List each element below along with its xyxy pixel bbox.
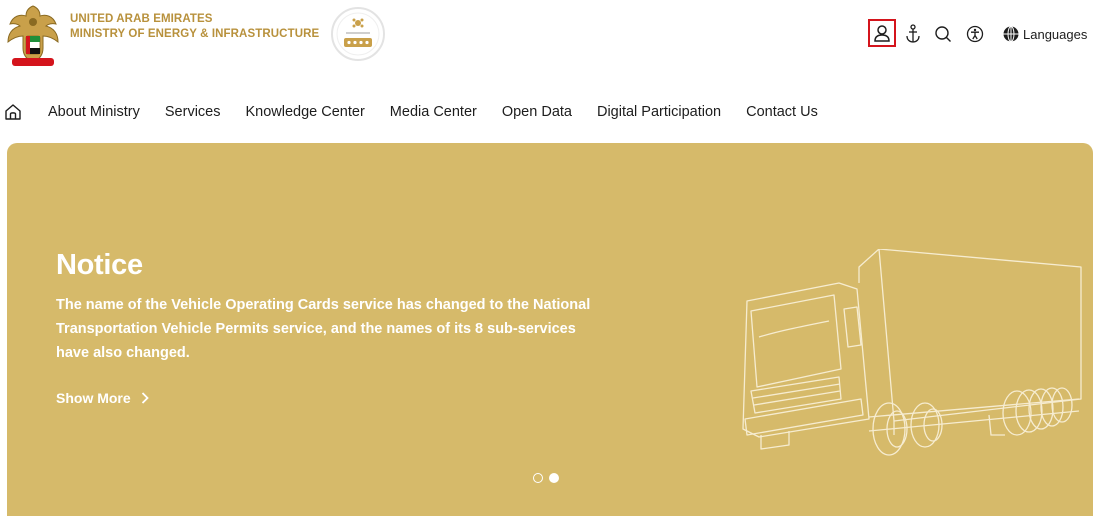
languages-label: Languages xyxy=(1023,26,1088,42)
nav-item-open-data[interactable]: Open Data xyxy=(502,96,572,128)
hero-title: Notice xyxy=(56,249,143,281)
carousel-dot-1[interactable] xyxy=(533,473,543,483)
nav-menu: About Ministry Services Knowledge Center… xyxy=(48,96,843,128)
show-more-label: Show More xyxy=(56,390,131,406)
org-line-1: UNITED ARAB EMIRATES xyxy=(70,13,213,25)
nav-item-media-center[interactable]: Media Center xyxy=(390,96,477,128)
show-more-link[interactable]: Show More xyxy=(56,390,149,406)
accessibility-icon xyxy=(966,25,984,43)
nav-item-about-ministry[interactable]: About Ministry xyxy=(48,96,140,128)
truck-icon xyxy=(742,249,1082,456)
carousel-indicators xyxy=(533,473,559,483)
uae-emblem-icon[interactable] xyxy=(4,2,62,68)
site-header: UNITED ARAB EMIRATES MINISTRY OF ENERGY … xyxy=(0,0,1097,80)
anchor-button[interactable] xyxy=(904,22,922,46)
chevron-right-icon xyxy=(141,392,149,404)
nav-item-knowledge-center[interactable]: Knowledge Center xyxy=(245,96,364,128)
organization-name: UNITED ARAB EMIRATES MINISTRY OF ENERGY … xyxy=(70,12,319,42)
hero-body-text: The name of the Vehicle Operating Cards … xyxy=(56,297,591,361)
languages-button[interactable]: Languages xyxy=(1003,22,1097,46)
user-login-button[interactable] xyxy=(868,19,896,47)
hero-banner: Notice The name of the Vehicle Operating… xyxy=(7,143,1093,516)
nav-item-contact-us[interactable]: Contact Us xyxy=(746,96,818,128)
header-tools: Languages xyxy=(847,0,1097,68)
anchor-icon xyxy=(906,24,920,43)
nav-item-services[interactable]: Services xyxy=(165,96,221,128)
carousel-dot-2[interactable] xyxy=(549,473,559,483)
user-icon xyxy=(874,25,890,42)
org-line-2: MINISTRY OF ENERGY & INFRASTRUCTURE xyxy=(70,28,320,40)
nav-item-digital-participation[interactable]: Digital Participation xyxy=(597,96,721,128)
globe-icon xyxy=(1003,26,1019,42)
search-icon xyxy=(935,26,951,42)
stars-rating-badge-icon xyxy=(331,7,385,61)
search-button[interactable] xyxy=(933,22,953,46)
home-icon[interactable] xyxy=(4,103,22,121)
main-navigation: About Ministry Services Knowledge Center… xyxy=(0,96,1097,128)
accessibility-button[interactable] xyxy=(966,22,984,46)
